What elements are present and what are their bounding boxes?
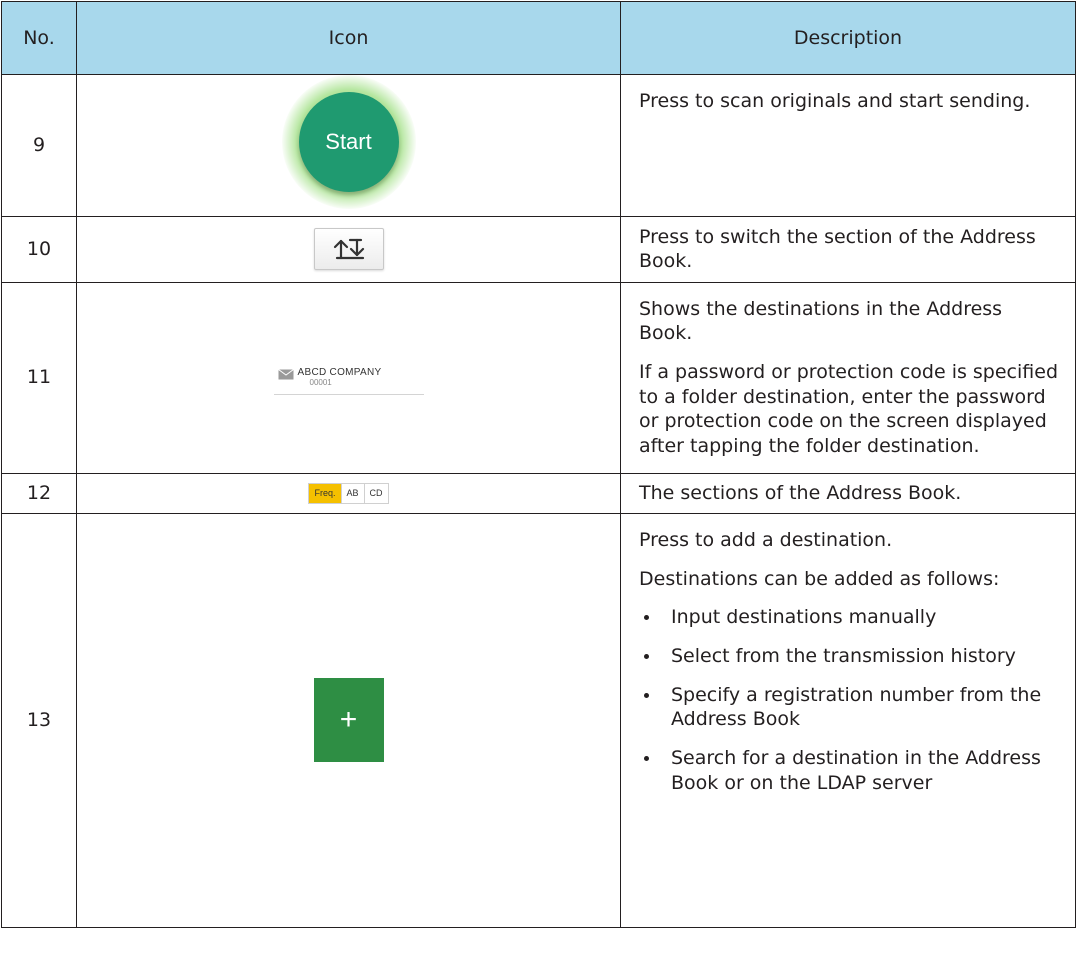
header-icon: Icon [76, 1, 621, 75]
description-cell: Press to scan originals and start sendin… [620, 74, 1076, 217]
description-cell: The sections of the Address Book. [620, 472, 1076, 514]
address-book-sections: Freq. AB CD [308, 482, 389, 505]
icon-cell: Freq. AB CD [76, 472, 621, 514]
add-destination-button[interactable]: + [313, 678, 384, 763]
icon-cell [76, 215, 621, 283]
row-number: 13 [1, 512, 77, 928]
start-button-label: Start [298, 92, 399, 192]
description-text: Press to add a destination. [639, 528, 893, 551]
start-button[interactable]: Start [281, 75, 416, 209]
section-tab-freq[interactable]: Freq. [309, 483, 342, 504]
table-row: 10 Press to switch the section of the Ad… [1, 215, 1076, 283]
row-number: 11 [1, 281, 77, 474]
list-item: Select from the transmission history [661, 644, 1061, 669]
icon-description-table: No. Icon Description 9 Start Press to sc… [1, 1, 1076, 928]
table-row: 13 + Press to add a destination. Destina… [1, 512, 1076, 928]
description-cell: Press to add a destination. Destinations… [620, 512, 1076, 928]
icon-cell: Start [76, 74, 621, 217]
description-text: Press to scan originals and start sendin… [639, 90, 1031, 112]
description-text: Press to switch the section of the Addre… [639, 225, 1036, 273]
add-methods-list: Input destinations manually Select from … [639, 605, 1061, 795]
switch-section-icon [333, 239, 364, 260]
destination-code: 00001 [309, 378, 332, 388]
table-row: 12 Freq. AB CD The sections of the Addre… [1, 472, 1076, 514]
row-number: 9 [1, 74, 77, 217]
table-row: 11 ABCD COMPANY 00001 Shows the destinat… [1, 281, 1076, 474]
section-tab-cd[interactable]: CD [364, 483, 388, 504]
description-text: If a password or protection code is spec… [639, 361, 1059, 458]
description-cell: Press to switch the section of the Addre… [620, 215, 1076, 283]
icon-cell: ABCD COMPANY 00001 [76, 281, 621, 474]
description-text: Destinations can be added as follows: [639, 567, 1000, 590]
row-number: 12 [1, 472, 77, 514]
section-tab-ab[interactable]: AB [341, 483, 365, 504]
header-description: Description [620, 1, 1076, 75]
header-no: No. [1, 1, 77, 75]
table-row: 9 Start Press to scan originals and star… [1, 74, 1076, 217]
list-item: Specify a registration number from the A… [661, 683, 1061, 732]
description-text: Shows the destinations in the Address Bo… [639, 297, 1003, 345]
list-item: Input destinations manually [661, 605, 1061, 630]
description-text: The sections of the Address Book. [639, 481, 962, 504]
switch-section-button[interactable] [313, 228, 384, 271]
description-cell: Shows the destinations in the Address Bo… [620, 281, 1076, 474]
table-header-row: No. Icon Description [1, 1, 1076, 75]
envelope-icon [277, 369, 294, 380]
icon-cell: + [76, 512, 621, 928]
destination-item[interactable]: ABCD COMPANY 00001 [273, 360, 424, 396]
list-item: Search for a destination in the Address … [661, 746, 1061, 795]
row-number: 10 [1, 215, 77, 283]
